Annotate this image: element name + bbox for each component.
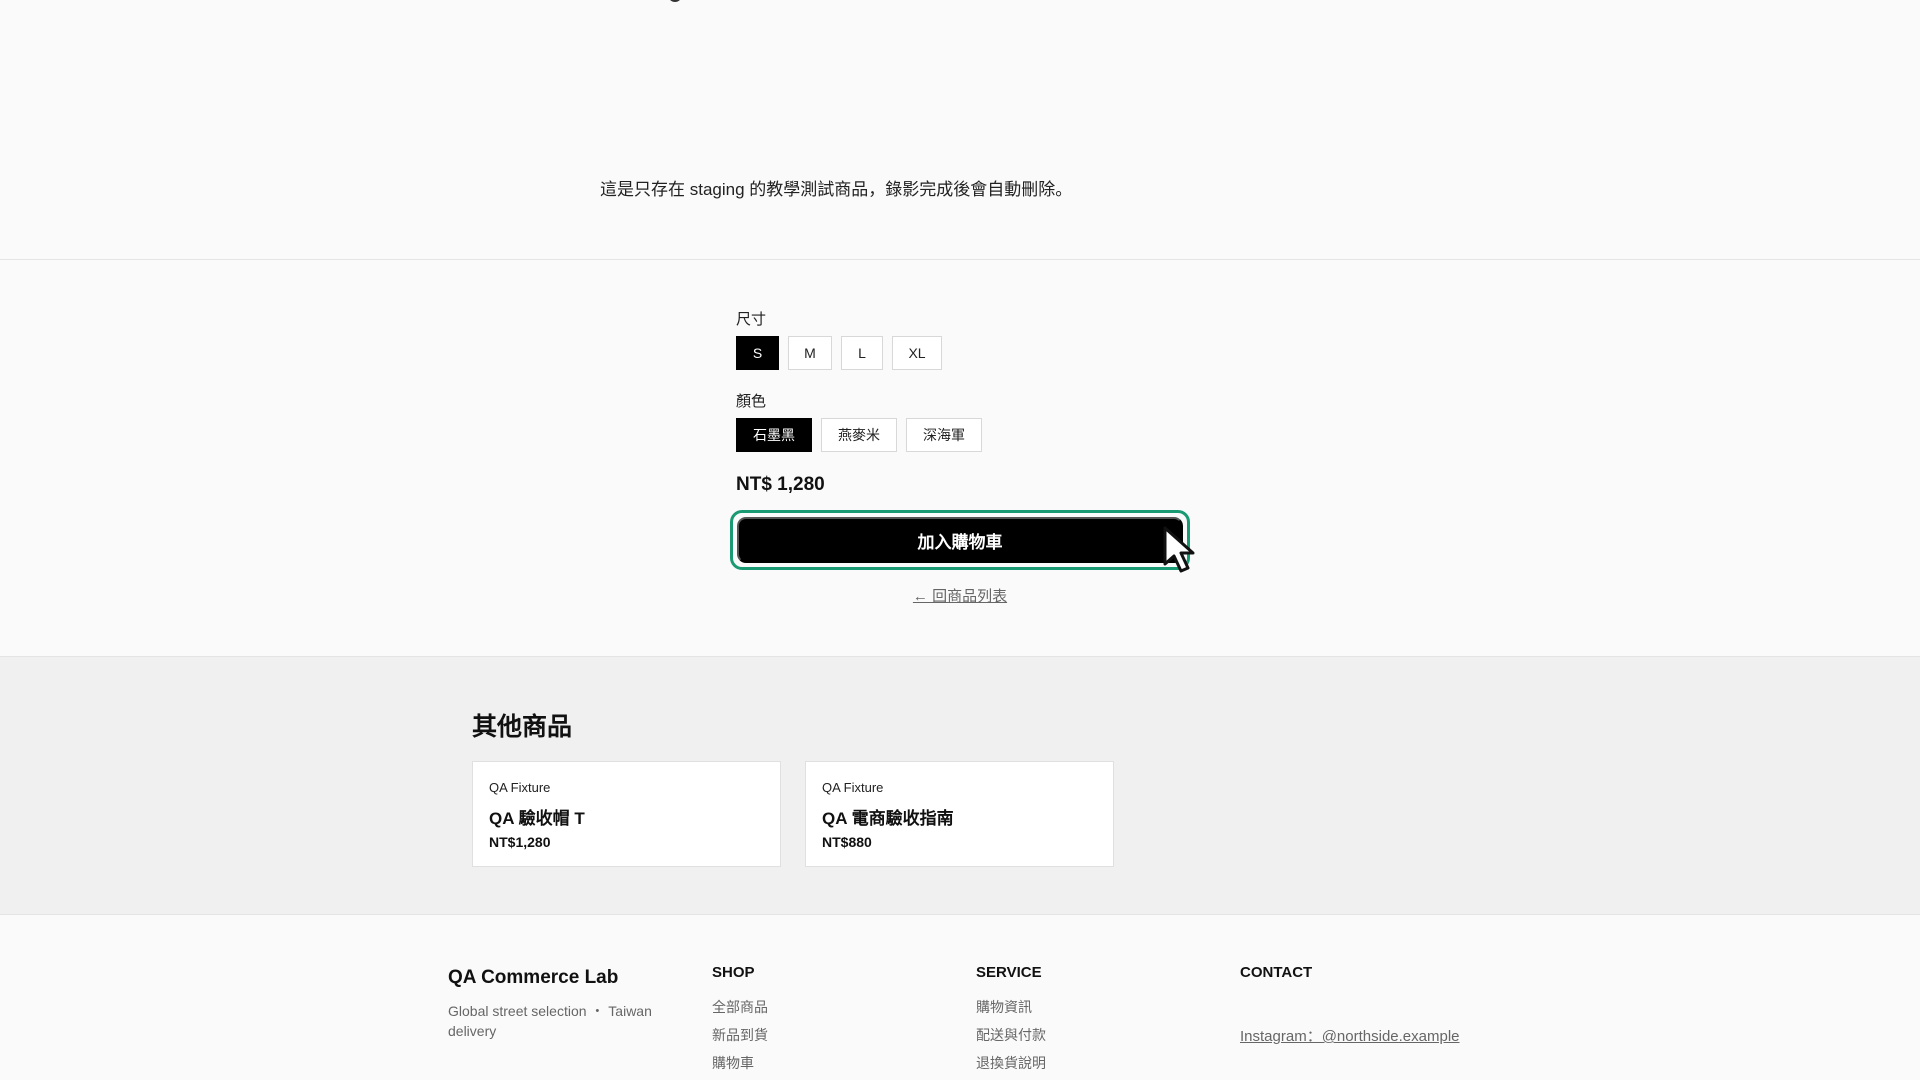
footer-shop-heading: SHOP — [712, 964, 755, 981]
footer-contact-heading: CONTACT — [1240, 964, 1313, 981]
footer-link-cart[interactable]: 購物車 — [712, 1053, 768, 1072]
footer-contact-column: CONTACT — [1240, 964, 1312, 997]
color-label: 顏色 — [736, 393, 767, 410]
size-option-l[interactable]: L — [841, 336, 883, 370]
add-to-cart-button[interactable]: 加入購物車 — [737, 517, 1183, 563]
product-card-name: QA 電商驗收指南 — [822, 809, 954, 828]
product-card-name: QA 驗收帽 T — [489, 809, 585, 828]
footer-link-returns[interactable]: 退換貨說明 — [976, 1053, 1046, 1072]
product-card[interactable]: QA Fixture QA 電商驗收指南 NT$880 — [805, 761, 1114, 867]
footer-service-heading: SERVICE — [976, 964, 1042, 981]
color-option-navy[interactable]: 深海軍 — [906, 418, 982, 452]
product-card-brand: QA Fixture — [822, 780, 884, 795]
product-card-price: NT$880 — [822, 834, 872, 850]
product-card[interactable]: QA Fixture QA 驗收帽 T NT$1,280 — [472, 761, 781, 867]
product-description: 這是只存在 staging 的教學測試商品，錄影完成後會自動刪除。 — [600, 180, 1073, 199]
cropped-glyph — [668, 0, 682, 2]
color-option-oat[interactable]: 燕麥米 — [821, 418, 897, 452]
size-option-xl[interactable]: XL — [892, 336, 942, 370]
other-products-title: 其他商品 — [472, 713, 573, 741]
size-options: S M L XL — [736, 336, 942, 370]
product-card-brand: QA Fixture — [489, 780, 551, 795]
footer-shop-column: SHOP 全部商品 新品到貨 購物車 — [712, 964, 768, 1080]
size-label: 尺寸 — [736, 311, 767, 328]
footer-link-new-arrivals[interactable]: 新品到貨 — [712, 1025, 768, 1044]
color-options: 石墨黑 燕麥米 深海軍 — [736, 418, 982, 452]
purchase-section: 尺寸 S M L XL 顏色 石墨黑 燕麥米 深海軍 NT$ 1,280 加入購… — [0, 260, 1920, 656]
footer-link-shipping-payment[interactable]: 配送與付款 — [976, 1025, 1046, 1044]
site-footer: QA Commerce Lab Global street selection … — [0, 915, 1920, 1080]
size-option-s[interactable]: S — [736, 336, 779, 370]
footer-brand: QA Commerce Lab — [448, 967, 619, 988]
product-hero-section: 這是只存在 staging 的教學測試商品，錄影完成後會自動刪除。 — [0, 0, 1920, 260]
color-option-graphite-black[interactable]: 石墨黑 — [736, 418, 812, 452]
back-to-list-link[interactable]: ← 回商品列表 — [0, 585, 1920, 606]
other-products-section: 其他商品 QA Fixture QA 驗收帽 T NT$1,280 QA Fix… — [0, 656, 1920, 915]
mouse-pointer-icon — [1163, 526, 1195, 573]
footer-instagram-link[interactable]: Instagram：@northside.example — [1240, 1025, 1460, 1046]
footer-service-column: SERVICE 購物資訊 配送與付款 退換貨說明 — [976, 964, 1046, 1080]
footer-link-shopping-info[interactable]: 購物資訊 — [976, 997, 1046, 1016]
product-card-price: NT$1,280 — [489, 834, 551, 850]
product-price: NT$ 1,280 — [736, 474, 825, 495]
size-option-m[interactable]: M — [788, 336, 832, 370]
footer-link-all-products[interactable]: 全部商品 — [712, 997, 768, 1016]
footer-tagline: Global street selection ・ Taiwan deliver… — [448, 1003, 652, 1039]
